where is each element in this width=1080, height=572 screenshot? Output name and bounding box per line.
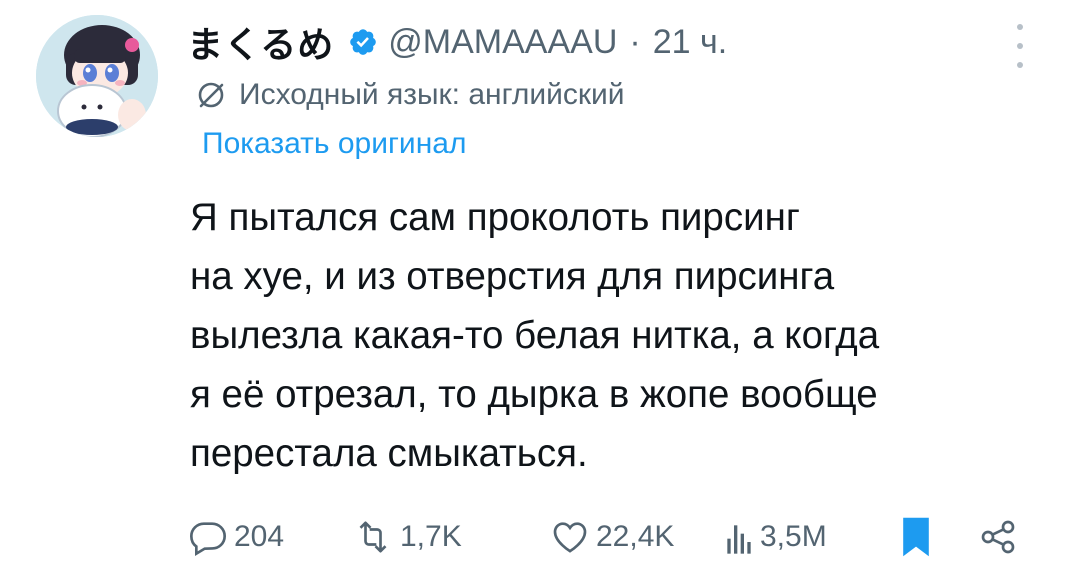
verified-badge-icon: [350, 29, 377, 55]
heart-icon: [553, 522, 587, 553]
timestamp[interactable]: 21 ч.: [653, 23, 727, 62]
reply-count: 204: [234, 520, 285, 553]
share-button[interactable]: [978, 512, 1018, 562]
avatar[interactable]: [36, 15, 158, 137]
separator-dot: ·: [629, 22, 641, 61]
more-options-icon[interactable]: [1008, 24, 1032, 68]
show-original-link[interactable]: Показать оригинал: [202, 127, 466, 165]
dot: [1017, 24, 1023, 30]
tweet-text-line: Я пытался сам проколоть пирсинг: [190, 196, 800, 239]
user-handle[interactable]: @MAMAAAAU: [388, 23, 617, 62]
tweet-text-line: я её отрезал, то дырка в жопе вообще: [190, 373, 878, 416]
dot: [1017, 62, 1023, 68]
avatar-image: [36, 15, 158, 137]
like-count: 22,4K: [596, 520, 675, 553]
retweet-button[interactable]: 1,7K: [352, 512, 462, 562]
tweet-text-line: на хуе, и из отверстия для пирсинга: [190, 255, 835, 298]
reply-icon: [189, 522, 227, 557]
tweet-card: まくるめ @MAMAAAAU · 21 ч. Исходный язык: ан…: [0, 0, 1080, 572]
dot: [1017, 43, 1023, 49]
like-button[interactable]: 22,4K: [550, 512, 674, 562]
views-button[interactable]: 3,5M: [724, 512, 827, 562]
retweet-icon: [359, 521, 387, 553]
retweet-count: 1,7K: [400, 520, 462, 553]
translation-info: Исходный язык: английский: [195, 73, 625, 117]
bookmark-button[interactable]: [900, 512, 932, 562]
tweet-text-line: вылезла какая-то белая нитка, а когда: [190, 314, 880, 357]
display-name[interactable]: まくるめ: [187, 16, 334, 68]
globe-translate-icon: [198, 82, 224, 108]
action-bar: 204 1,7K 22,4K 3,5M: [188, 512, 1028, 562]
reply-button[interactable]: 204: [188, 512, 284, 562]
view-count: 3,5M: [760, 520, 827, 553]
share-icon: [981, 520, 1015, 554]
tweet-text-line: перестала смыкаться.: [190, 432, 588, 475]
tweet-text: Я пытался сам проколоть пирсинг на хуе, …: [190, 188, 1040, 483]
source-language-text: Исходный язык: английский: [239, 78, 625, 111]
tweet-header: まくるめ @MAMAAAAU · 21 ч.: [187, 14, 727, 70]
bookmark-icon: [903, 517, 929, 557]
analytics-icon: [727, 525, 751, 554]
